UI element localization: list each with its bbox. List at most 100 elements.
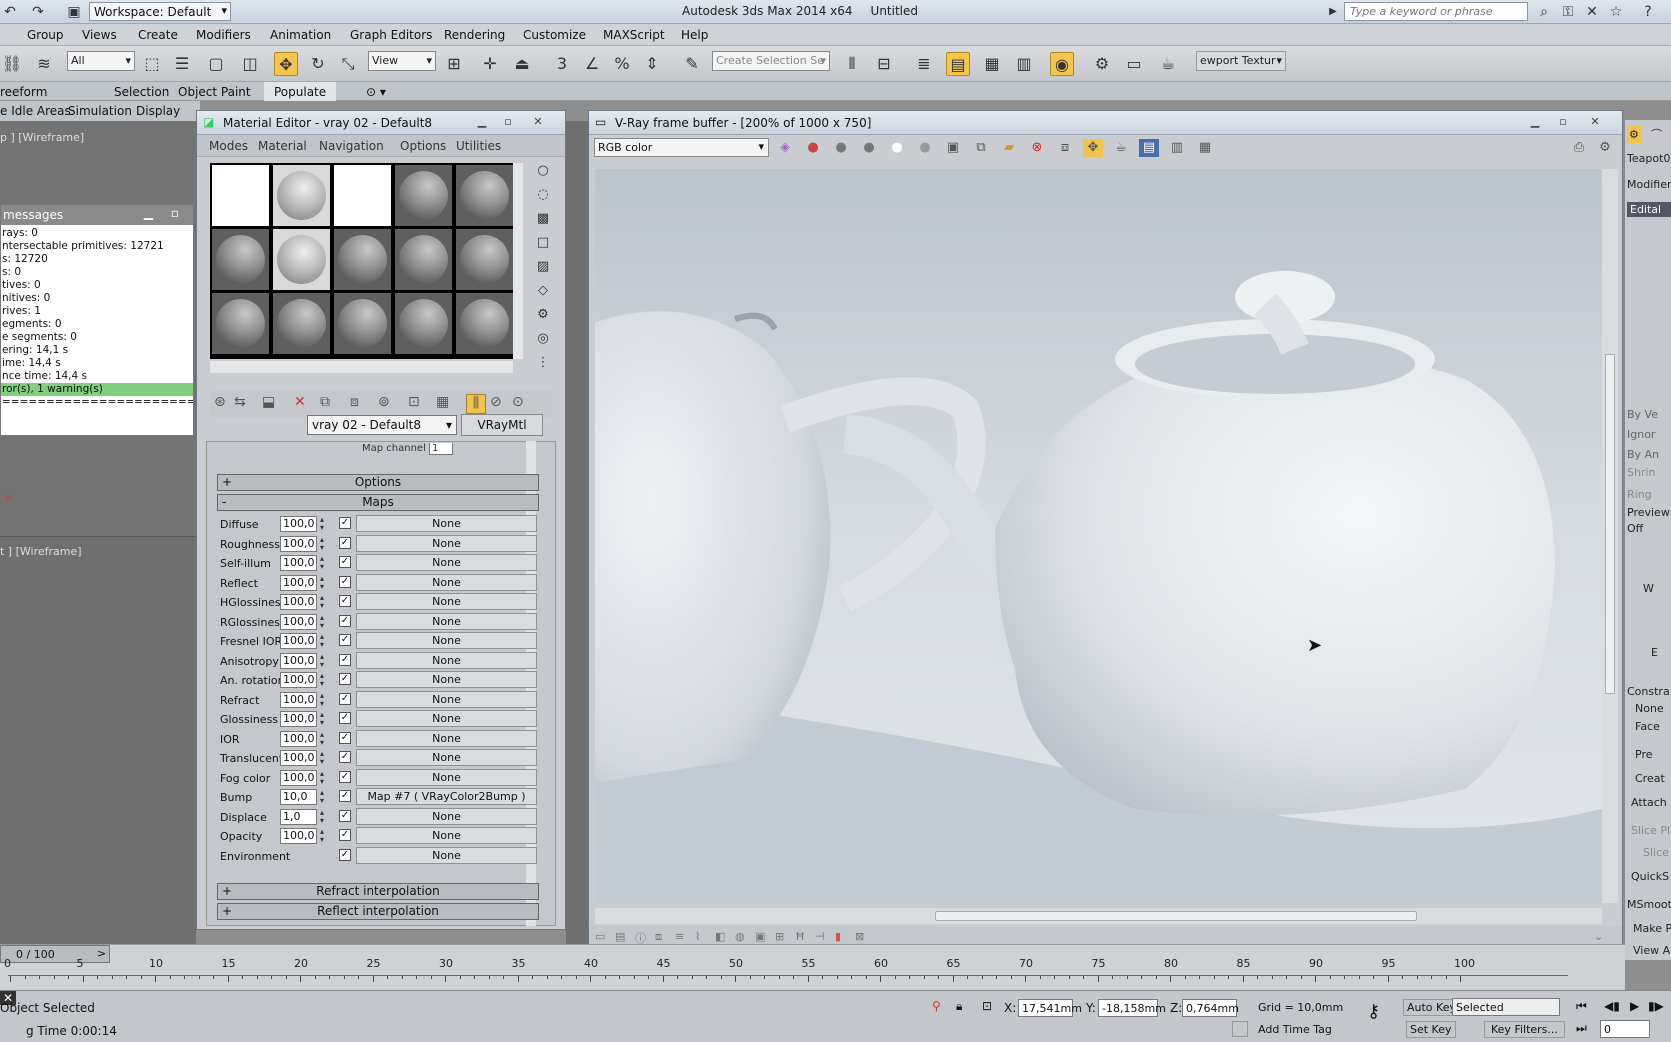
menu-navigation[interactable]: Navigation [319, 139, 384, 153]
fb-tool-icon[interactable]: ▤ [615, 930, 625, 943]
render-setup-icon[interactable]: ⚙ [1090, 52, 1114, 76]
edit-named-selection-icon[interactable]: ✎ [680, 52, 704, 76]
modifier-list-dropdown[interactable]: Modifier L [1627, 178, 1671, 191]
curve-editor-icon[interactable]: ▦ [980, 52, 1004, 76]
map-enable-checkbox[interactable]: ✓ [339, 673, 351, 685]
map-enable-checkbox[interactable]: ✓ [339, 790, 351, 802]
map-amount-input[interactable]: 100,0 [280, 750, 317, 766]
key-mode-toggle-icon[interactable]: ⏭ [1576, 1021, 1587, 1036]
set-key-icon[interactable]: ⚷ [1367, 1001, 1380, 1022]
by-angle-checkbox[interactable]: By An [1627, 448, 1659, 461]
spinner-icon[interactable]: ▴ ▾ [320, 828, 324, 844]
material-editor-icon[interactable]: ◉ [1050, 52, 1074, 76]
map-amount-input[interactable]: 100,0 [280, 613, 317, 630]
material-navigator-icon[interactable]: ⋮ [534, 355, 552, 373]
map-enable-checkbox[interactable]: ✓ [339, 712, 351, 724]
map-amount-input[interactable]: 100,0 [280, 672, 317, 688]
left-viewport[interactable]: t ] [Wireframe] [0, 536, 196, 944]
map-amount-input[interactable]: 100,0 [280, 574, 317, 591]
keyboard-shortcut-icon[interactable]: ⏏ [510, 52, 534, 76]
backlight-icon[interactable]: ◌ [534, 187, 552, 205]
current-frame-field[interactable]: 0 [1600, 1020, 1650, 1038]
exchange-icon[interactable]: ✕ [1584, 4, 1600, 20]
spinner-icon[interactable]: ▴ ▾ [320, 516, 324, 532]
preserve-uvs-checkbox[interactable]: Pre [1635, 748, 1653, 761]
spinner-icon[interactable]: ▴ ▾ [320, 555, 324, 571]
x-coordinate-field[interactable]: 17,541mm [1018, 999, 1082, 1017]
map-slot-button[interactable]: None [356, 515, 537, 532]
maximize-icon[interactable]: ▫ [171, 206, 179, 220]
map-amount-input[interactable]: 100,0 [280, 555, 317, 571]
spinner-icon[interactable]: ▴ ▾ [320, 574, 324, 591]
ignore-backfacing-checkbox[interactable]: Ignor [1627, 428, 1655, 441]
spinner-icon[interactable]: ▴ ▾ [320, 711, 324, 727]
ribbon-tab-freeform[interactable]: reeform [0, 85, 47, 99]
curve-icon[interactable]: ⌇ [695, 930, 700, 943]
spinner-icon[interactable]: ▴ ▾ [320, 750, 324, 766]
ribbon-options-icon[interactable]: ⊙ ▾ [366, 85, 386, 99]
track-mouse-icon[interactable]: ✥ [1083, 139, 1103, 157]
menu-animation[interactable]: Animation [270, 28, 331, 42]
map-enable-checkbox[interactable]: ✓ [339, 848, 351, 861]
map-amount-input[interactable]: 100,0 [280, 594, 317, 610]
sample-slot[interactable] [212, 293, 269, 354]
menu-customize[interactable]: Customize [523, 28, 586, 42]
select-by-name-icon[interactable]: ☰ [170, 52, 194, 76]
make-preview-icon[interactable]: ◇ [534, 283, 552, 301]
open-icon[interactable]: ▰ [999, 139, 1019, 157]
make-unique-icon[interactable]: ⧈ [350, 394, 359, 410]
material-type-button[interactable]: VRayMtl [461, 414, 543, 436]
view-align-button[interactable]: View Al [1633, 944, 1671, 957]
fb-expand-icon[interactable]: ⌄ [1594, 930, 1603, 943]
show-corrections-icon[interactable]: ▤ [1139, 139, 1159, 157]
map-enable-checkbox[interactable]: ✓ [339, 517, 351, 529]
spinner-icon[interactable]: ▴ ▾ [320, 652, 324, 669]
menu-options[interactable]: Options [400, 139, 446, 153]
absolute-mode-icon[interactable]: ⊡ [982, 999, 992, 1013]
ribbon-tab-object-paint[interactable]: Object Paint [178, 85, 251, 99]
menu-rendering[interactable]: Rendering [444, 28, 505, 42]
color-picker-icon[interactable]: ◈ [775, 139, 795, 157]
ring-button[interactable]: Ring [1627, 488, 1652, 501]
left-viewport-label[interactable]: t ] [Wireframe] [0, 545, 82, 558]
material-id-icon[interactable]: ⊡ [408, 394, 420, 410]
render-teapot-icon[interactable]: ☕ [1156, 52, 1180, 76]
map-enable-checkbox[interactable]: ✓ [339, 575, 351, 588]
map-enable-checkbox[interactable]: ✓ [339, 556, 351, 568]
menu-modes[interactable]: Modes [209, 139, 248, 153]
go-forward-sibling-icon[interactable]: ⊙ [512, 394, 524, 410]
fb-tool-icon[interactable]: ⊣ [815, 930, 825, 943]
scale-icon[interactable]: ⤡ [336, 52, 360, 76]
sample-slot[interactable] [273, 293, 330, 354]
map-amount-input[interactable]: 100,0 [280, 633, 317, 649]
menu-utilities[interactable]: Utilities [456, 139, 501, 153]
map-amount-input[interactable]: 100,0 [280, 730, 317, 747]
help-icon[interactable]: ? [1640, 4, 1656, 20]
key-icon[interactable]: ⚿ [1560, 4, 1576, 20]
map-enable-checkbox[interactable]: ✓ [339, 614, 351, 627]
map-enable-checkbox[interactable]: ✓ [339, 809, 351, 822]
rotate-icon[interactable]: ↻ [306, 52, 330, 76]
go-to-parent-icon[interactable]: ⊘ [490, 394, 502, 410]
fb-tool-icon[interactable]: Ħ [795, 930, 805, 943]
history-icon[interactable]: ▦ [1195, 139, 1215, 157]
mirror-icon[interactable]: ⫴ [840, 52, 864, 76]
key-filters-button[interactable]: Key Filters... [1484, 1021, 1565, 1038]
timeline[interactable]: 0 / 100 > 0 5 10 15 20 25 30 35 40 45 50 55 60 65 70 75… [0, 944, 1625, 990]
map-slot-button[interactable]: None [356, 573, 537, 591]
spinner-icon[interactable]: ▴ ▾ [320, 789, 324, 805]
sample-options-icon[interactable]: ⚙ [534, 307, 552, 325]
ribbon-sub-display[interactable]: Display [136, 104, 180, 118]
angle-snap-icon[interactable]: ∠ [580, 52, 604, 76]
object-name-field[interactable]: Teapot00 [1627, 152, 1671, 165]
ribbon-sub-simulation[interactable]: Simulation [68, 104, 132, 118]
uv-tiling-icon[interactable]: □ [534, 235, 552, 253]
map-amount-input[interactable]: 100,0 [280, 691, 317, 708]
fb-tool-icon[interactable]: ▮ [835, 930, 841, 943]
create-tab-icon[interactable]: ⚙ [1627, 126, 1641, 143]
levels-icon[interactable]: ≡ [675, 930, 684, 943]
undo-icon[interactable]: ↶ [2, 4, 18, 20]
menu-graph-editors[interactable]: Graph Editors [350, 28, 432, 42]
sample-slot[interactable] [395, 165, 452, 226]
select-object-icon[interactable]: ⬚ [140, 52, 164, 76]
